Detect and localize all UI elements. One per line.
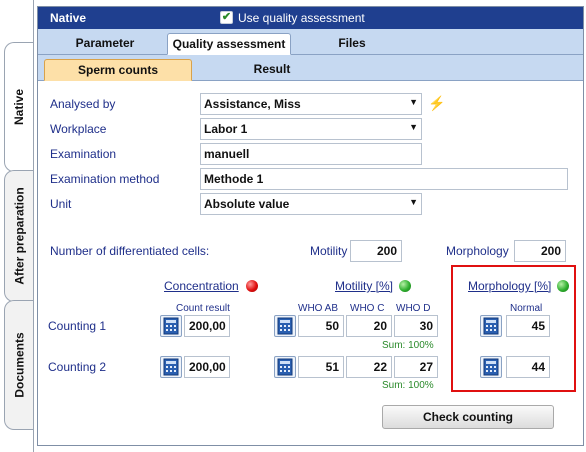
chevron-down-icon[interactable]: ▼ — [409, 197, 418, 207]
who-d-label: WHO D — [396, 303, 431, 314]
exam-method-label: Examination method — [50, 172, 160, 186]
side-tab-strip: Native After preparation Documents — [0, 0, 34, 452]
top-tab-bar: Parameter Quality assessment Files — [38, 29, 583, 55]
examination-field[interactable]: manuell — [200, 143, 422, 165]
side-tab-documents-label: Documents — [12, 332, 27, 398]
side-tab-native[interactable]: Native — [4, 42, 34, 172]
calculator-icon[interactable] — [274, 356, 296, 378]
tab-result[interactable]: Result — [196, 59, 348, 81]
counting-1-sum: Sum: 100% — [382, 340, 434, 351]
side-tab-after-preparation[interactable]: After preparation — [4, 170, 34, 302]
counting-2-label: Counting 2 — [48, 360, 107, 374]
tab-quality-assessment[interactable]: Quality assessment — [167, 33, 291, 55]
counting-1-concentration[interactable]: 200,00 — [184, 315, 230, 337]
unit-select[interactable]: Absolute value ▼ — [200, 193, 422, 215]
counting-2-who-d[interactable]: 27 — [394, 356, 438, 378]
checkbox-checked-icon[interactable]: ✔ — [220, 11, 233, 24]
motility-count-input[interactable]: 200 — [350, 240, 402, 262]
counting-1-who-ab[interactable]: 50 — [298, 315, 344, 337]
side-tab-after-preparation-label: After preparation — [12, 187, 27, 285]
use-quality-label[interactable]: Use quality assessment — [238, 11, 365, 25]
calculator-icon[interactable] — [160, 315, 182, 337]
who-c-label: WHO C — [350, 303, 385, 314]
motility-count-label: Motility — [310, 244, 348, 258]
analysed-by-select[interactable]: Assistance, Miss ▼ — [200, 93, 422, 115]
unit-label: Unit — [50, 197, 72, 211]
chevron-down-icon[interactable]: ▼ — [409, 97, 418, 107]
morphology-highlight-frame — [451, 265, 576, 392]
calculator-icon[interactable] — [160, 356, 182, 378]
examination-label: Examination — [50, 147, 117, 161]
counting-2-who-c[interactable]: 22 — [346, 356, 392, 378]
check-counting-button[interactable]: Check counting — [382, 405, 554, 429]
sub-tab-bar: Sperm counts Result — [38, 55, 583, 81]
workplace-select[interactable]: Labor 1 ▼ — [200, 118, 422, 140]
lightning-icon[interactable]: ⚡ — [428, 95, 445, 112]
examination-value: manuell — [204, 147, 250, 161]
analysed-by-value: Assistance, Miss — [204, 97, 301, 111]
counting-2-who-ab[interactable]: 51 — [298, 356, 344, 378]
tab-sperm-counts[interactable]: Sperm counts — [44, 59, 192, 81]
counting-1-label: Counting 1 — [48, 319, 107, 333]
who-ab-label: WHO AB — [298, 303, 339, 314]
tab-parameter[interactable]: Parameter — [46, 33, 164, 55]
motility-header[interactable]: Motility [%] — [335, 279, 393, 293]
calculator-icon[interactable] — [274, 315, 296, 337]
exam-method-field[interactable]: Methode 1 — [200, 168, 568, 190]
workplace-label: Workplace — [50, 122, 107, 136]
morphology-count-input[interactable]: 200 — [514, 240, 566, 262]
motility-status-icon — [399, 280, 411, 292]
side-divider — [33, 0, 34, 452]
exam-method-value: Methode 1 — [204, 172, 264, 186]
differentiated-label: Number of differentiated cells: — [50, 244, 210, 258]
concentration-status-icon — [246, 280, 258, 292]
counting-1-who-d[interactable]: 30 — [394, 315, 438, 337]
panel-title: Native — [50, 11, 87, 25]
chevron-down-icon[interactable]: ▼ — [409, 122, 418, 132]
main-panel: Native ✔ Use quality assessment Paramete… — [37, 6, 584, 446]
count-result-label: Count result — [176, 303, 230, 314]
unit-value: Absolute value — [204, 197, 290, 211]
morphology-count-label: Morphology — [446, 244, 509, 258]
counting-1-who-c[interactable]: 20 — [346, 315, 392, 337]
workplace-value: Labor 1 — [204, 122, 248, 136]
concentration-header[interactable]: Concentration — [164, 279, 239, 293]
side-tab-native-label: Native — [12, 88, 27, 126]
tab-files[interactable]: Files — [294, 33, 410, 55]
side-tab-documents[interactable]: Documents — [4, 300, 34, 430]
analysed-by-label: Analysed by — [50, 97, 116, 111]
counting-2-sum: Sum: 100% — [382, 380, 434, 391]
counting-2-concentration[interactable]: 200,00 — [184, 356, 230, 378]
title-bar: Native ✔ Use quality assessment — [38, 7, 583, 29]
